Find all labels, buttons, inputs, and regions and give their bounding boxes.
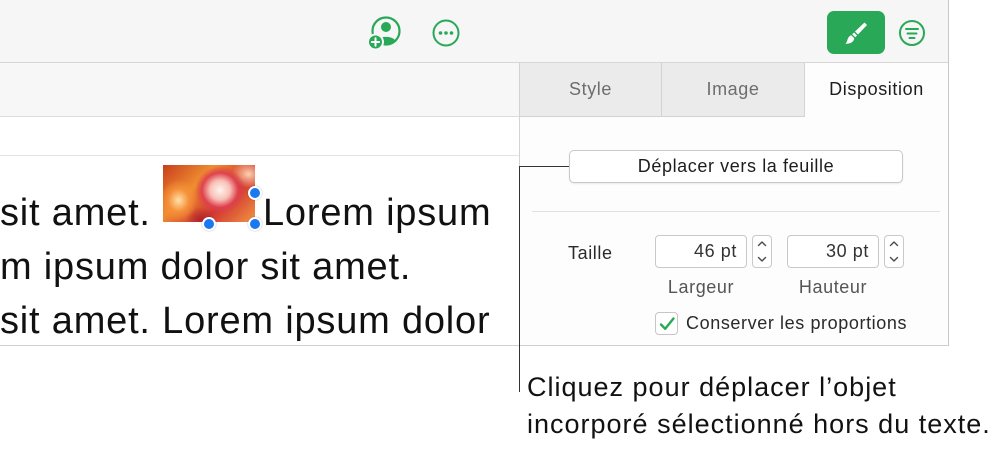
callout-leader-vertical: [518, 166, 520, 392]
width-decrement[interactable]: [753, 252, 771, 268]
callout-text: Cliquez pour déplacer l’objet incorporé …: [527, 369, 991, 443]
add-collaborator-icon[interactable]: [366, 15, 402, 51]
selection-handle-right[interactable]: [248, 186, 262, 200]
ellipsis-circle-icon[interactable]: [431, 18, 461, 48]
page-top-edge: [0, 155, 519, 156]
chevron-up-icon: [889, 241, 899, 247]
selection-handle-bottom-right[interactable]: [248, 217, 262, 231]
tab-style[interactable]: Style: [520, 63, 662, 117]
checkmark-icon: [659, 317, 675, 330]
tab-arrange[interactable]: Disposition: [805, 63, 948, 117]
callout-line-1: Cliquez pour déplacer l’objet: [527, 372, 897, 402]
constrain-proportions-checkbox[interactable]: [655, 312, 678, 335]
body-text-line-1-start[interactable]: sit amet.: [0, 191, 151, 235]
height-decrement[interactable]: [885, 252, 903, 268]
chevron-up-icon: [757, 241, 767, 247]
height-field[interactable]: [787, 235, 879, 268]
callout-line-2: incorporé sélectionné hors du texte.: [527, 409, 991, 439]
height-stepper: [884, 235, 904, 268]
body-text-line-2[interactable]: m ipsum dolor sit amet.: [0, 245, 411, 289]
callout-leader-horizontal: [519, 165, 569, 167]
toolbar: [0, 0, 948, 63]
width-field[interactable]: [655, 235, 747, 268]
format-button[interactable]: [827, 11, 885, 54]
organize-icon[interactable]: [898, 19, 926, 47]
height-caption: Hauteur: [798, 277, 868, 297]
body-text-line-3[interactable]: sit amet. Lorem ipsum dolor: [0, 299, 490, 343]
chevron-down-icon: [757, 256, 767, 262]
height-increment[interactable]: [885, 236, 903, 252]
chevron-down-icon: [889, 256, 899, 262]
size-label: Taille: [568, 243, 613, 263]
body-text-line-1-end[interactable]: Lorem ipsum: [263, 191, 491, 235]
width-stepper: [752, 235, 772, 268]
section-divider: [532, 211, 940, 212]
selection-handle-bottom[interactable]: [202, 217, 216, 231]
paintbrush-icon: [845, 22, 867, 44]
format-inspector: Style Image Disposition Déplacer vers la…: [519, 63, 948, 345]
app-window: sit amet. Lorem ipsum m ipsum dolor sit …: [0, 0, 949, 346]
inspector-tabs: Style Image Disposition: [520, 63, 948, 117]
constrain-proportions-label[interactable]: Conserver les proportions: [686, 312, 907, 335]
move-to-sheet-button[interactable]: Déplacer vers la feuille: [569, 150, 903, 183]
width-increment[interactable]: [753, 236, 771, 252]
tab-image[interactable]: Image: [662, 63, 805, 117]
document-header-band: [0, 63, 519, 117]
width-caption: Largeur: [667, 277, 735, 297]
document-canvas[interactable]: sit amet. Lorem ipsum m ipsum dolor sit …: [0, 63, 519, 345]
inline-image[interactable]: [163, 165, 255, 222]
